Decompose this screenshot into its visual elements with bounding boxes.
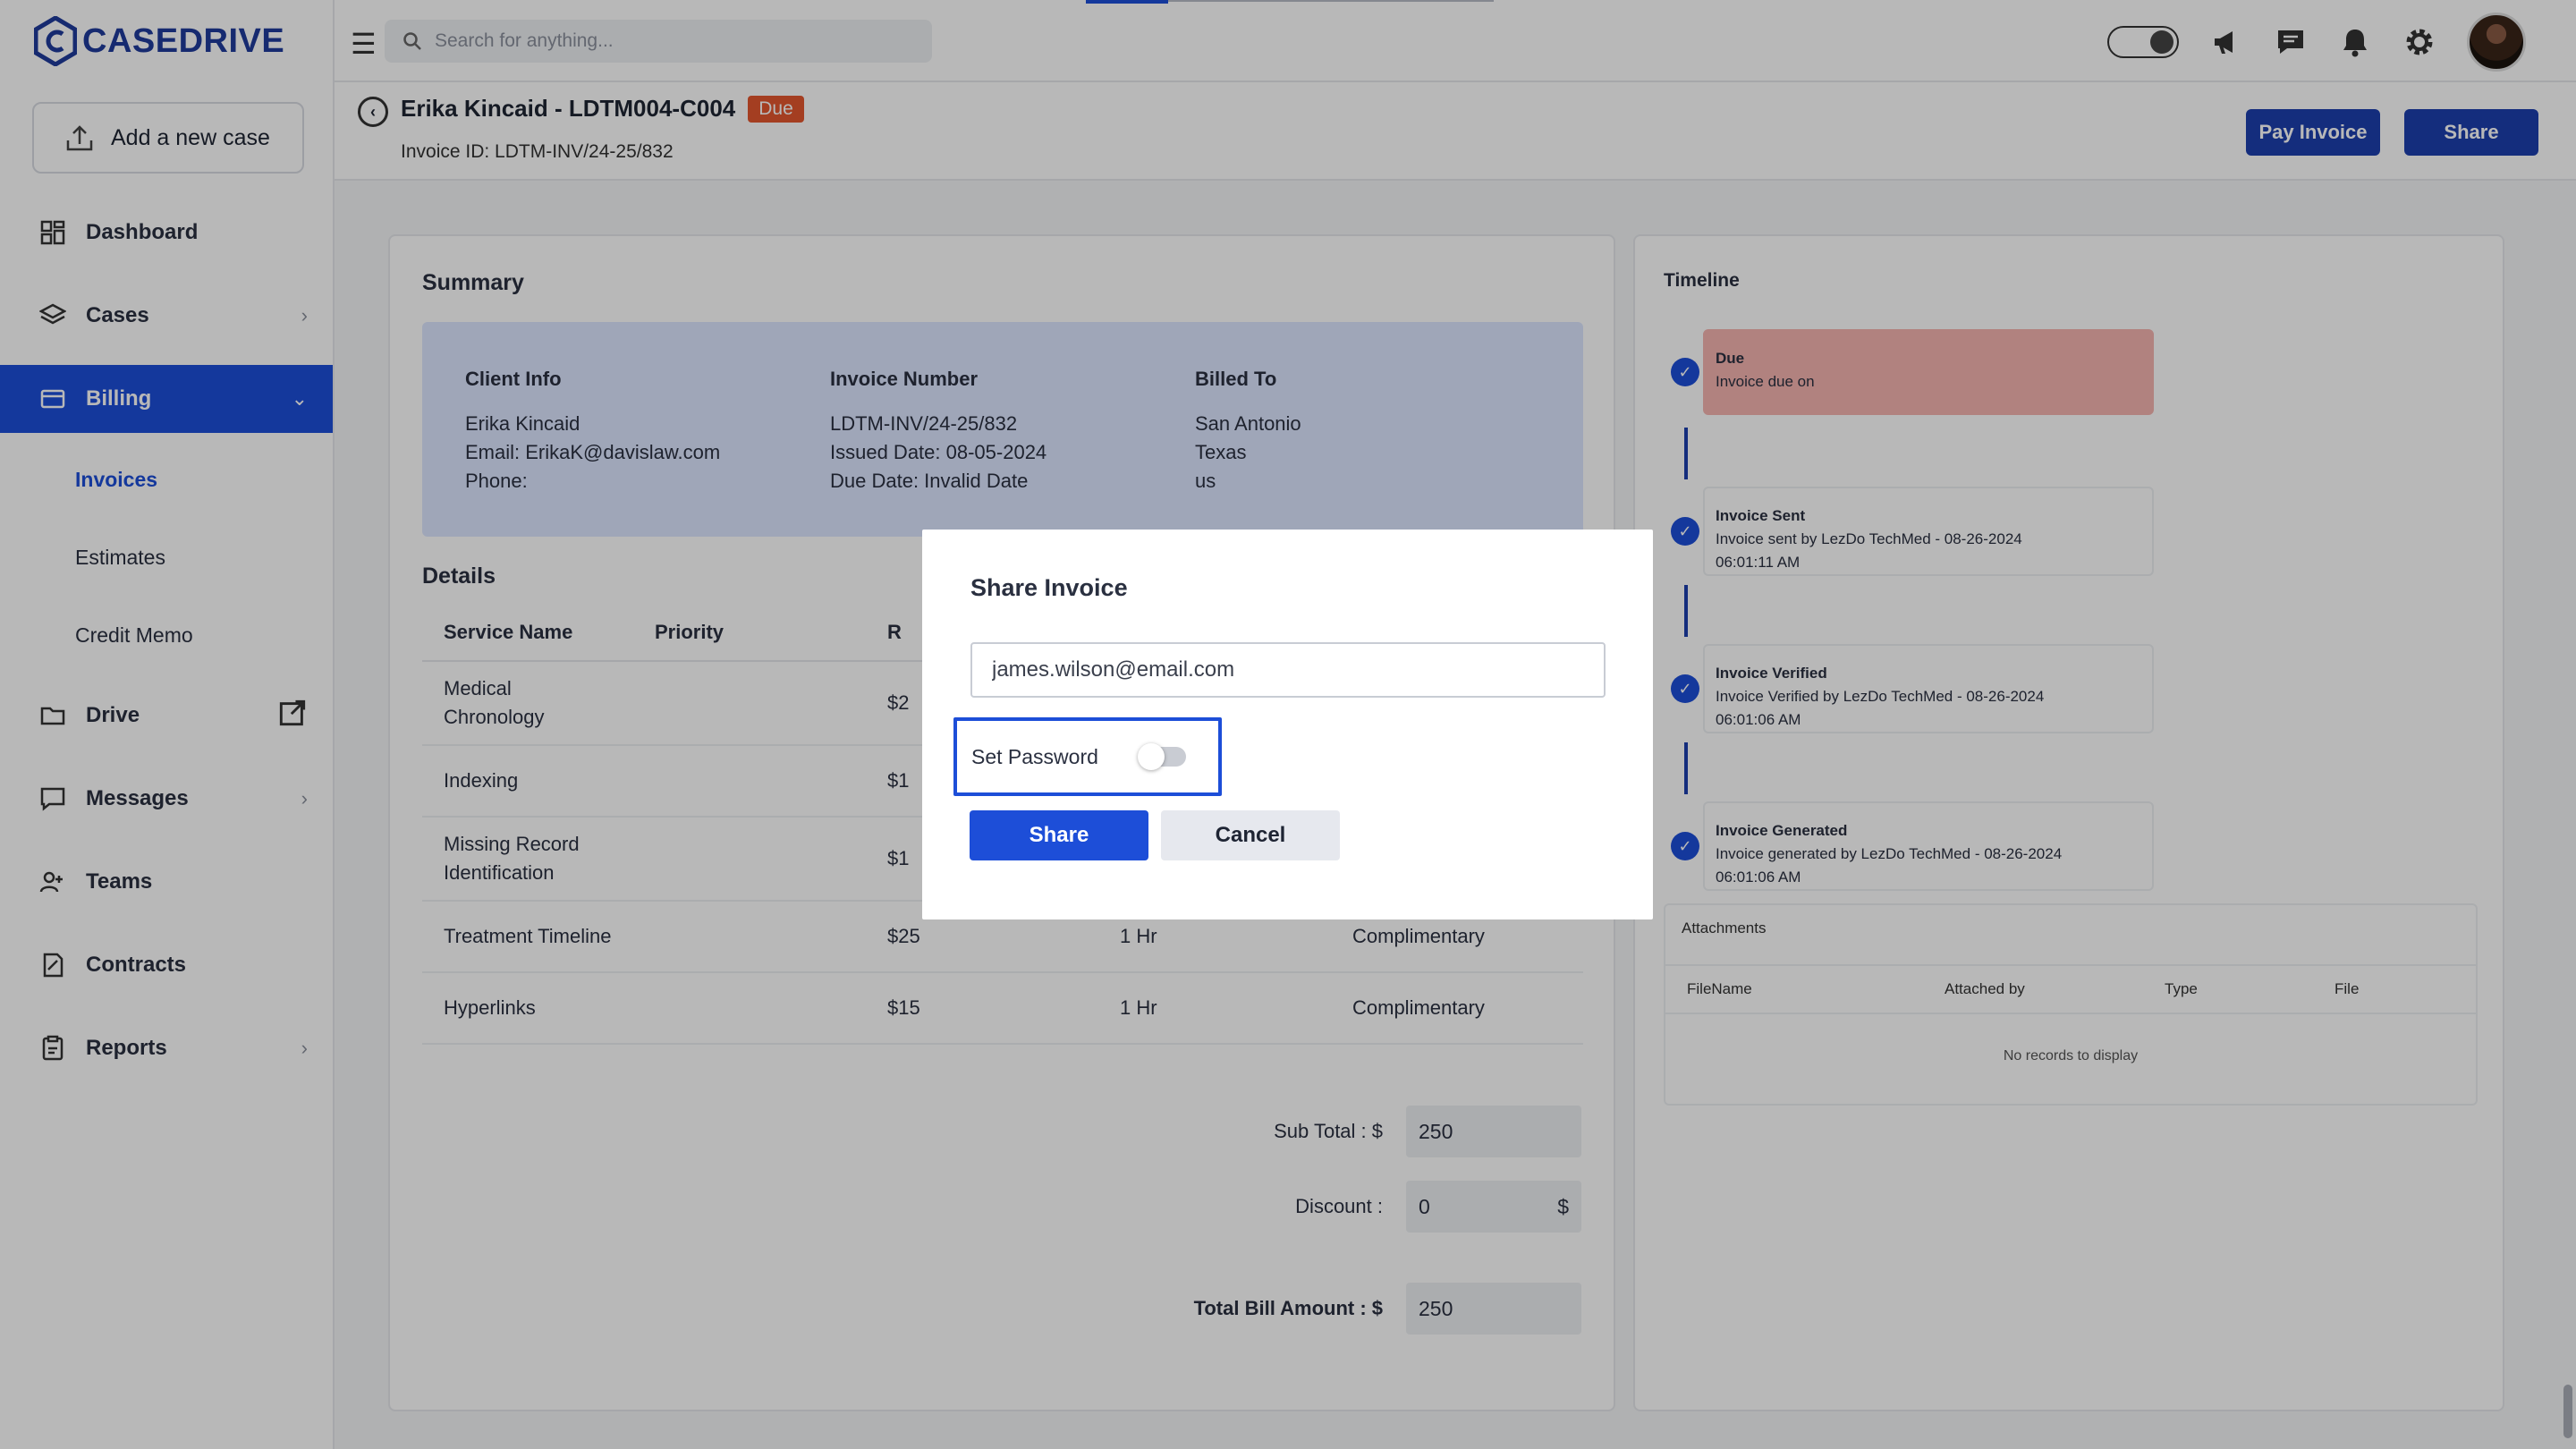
- email-field[interactable]: [970, 642, 1606, 698]
- modal-cancel-button[interactable]: Cancel: [1161, 810, 1340, 860]
- modal-share-button[interactable]: Share: [970, 810, 1148, 860]
- set-password-row[interactable]: Set Password: [953, 717, 1222, 796]
- app-root: CASEDRIVE Add a new case Dashboard Cases…: [0, 0, 2576, 1449]
- share-invoice-modal: Share Invoice Set Password Share Cancel: [922, 530, 1653, 919]
- modal-title: Share Invoice: [970, 574, 1128, 601]
- page-scrollbar[interactable]: [2563, 1385, 2572, 1438]
- set-password-toggle[interactable]: [1137, 743, 1186, 770]
- set-password-label: Set Password: [971, 744, 1098, 768]
- toggle-knob: [1137, 743, 1165, 770]
